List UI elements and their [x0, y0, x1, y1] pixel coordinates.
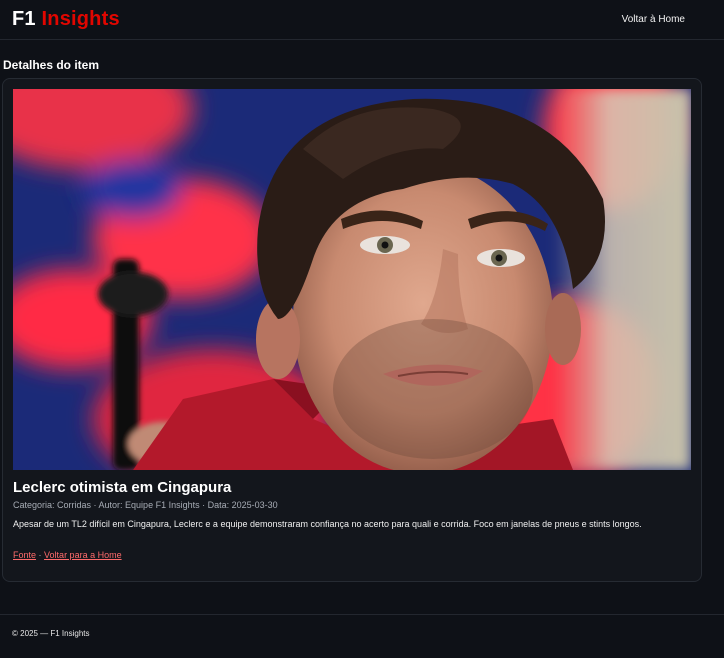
- source-link[interactable]: Fonte: [13, 550, 36, 560]
- logo-f1-text: F1: [12, 8, 36, 30]
- page-title: Detalhes do item: [3, 58, 100, 72]
- item-links: Fonte · Voltar para a Home: [13, 550, 122, 560]
- footer-divider: [0, 614, 724, 615]
- logo-insights-text: Insights: [41, 8, 120, 30]
- link-separator: ·: [38, 550, 42, 560]
- nav-home-link[interactable]: Voltar à Home: [622, 14, 685, 25]
- back-home-link[interactable]: Voltar para a Home: [44, 550, 122, 560]
- top-header: F1 Insights Voltar à Home: [0, 0, 724, 40]
- item-card: Leclerc otimista em Cingapura Categoria:…: [2, 78, 702, 582]
- item-meta: Categoria: Corridas · Autor: Equipe F1 I…: [13, 500, 278, 510]
- site-logo[interactable]: F1 Insights: [12, 8, 120, 31]
- item-photo: [13, 89, 691, 470]
- item-title: Leclerc otimista em Cingapura: [13, 479, 232, 496]
- footer-copyright: © 2025 — F1 Insights: [12, 629, 90, 638]
- item-description: Apesar de um TL2 difícil em Cingapura, L…: [13, 519, 642, 529]
